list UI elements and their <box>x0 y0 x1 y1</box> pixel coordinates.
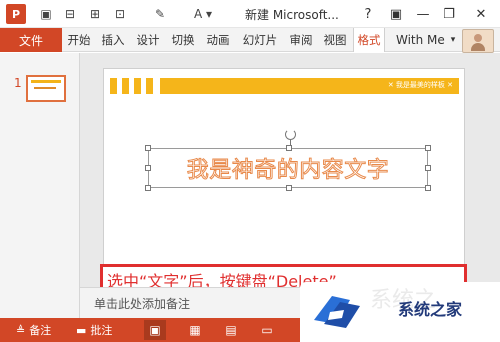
banner-stripe <box>134 78 141 94</box>
workspace: 1 ✕ 我是最美的样板 ✕ 我是神奇的内容文字 选中“文字”后，按键盘“Dele… <box>0 53 500 318</box>
banner-text: ✕ 我是最美的样板 ✕ <box>387 81 453 89</box>
chevron-down-icon: ▾ <box>450 35 456 45</box>
save-icon[interactable]: ▣ <box>36 4 56 24</box>
comment-icon: ▬ <box>76 323 87 337</box>
close-button[interactable]: ✕ <box>470 4 492 24</box>
tab-design[interactable]: 设计 <box>133 28 163 52</box>
tab-file[interactable]: 文件 <box>0 28 62 52</box>
resize-handle[interactable] <box>286 145 292 151</box>
minimize-button[interactable]: — <box>412 4 434 24</box>
notes-icon: ≜ <box>16 323 26 337</box>
resize-handle[interactable] <box>425 145 431 151</box>
tab-insert[interactable]: 插入 <box>98 28 128 52</box>
reading-view-icon[interactable]: ▤ <box>220 320 242 340</box>
format-painter-icon[interactable]: ✎ <box>150 4 170 24</box>
resize-handle[interactable] <box>145 165 151 171</box>
window-title: 新建 Microsoft... <box>245 8 339 22</box>
slide-thumbnail-pane: 1 <box>0 53 80 318</box>
font-color-icon[interactable]: A ▾ <box>190 4 216 24</box>
tab-slideshow[interactable]: 幻灯片 <box>238 28 282 52</box>
rotate-handle-icon[interactable] <box>285 129 296 147</box>
tab-format[interactable]: 格式 <box>353 28 385 52</box>
selected-text-box[interactable]: 我是神奇的内容文字 <box>145 129 431 191</box>
slide-sorter-view-icon[interactable]: ▦ <box>184 320 206 340</box>
tab-animations[interactable]: 动画 <box>203 28 233 52</box>
resize-handle[interactable] <box>425 165 431 171</box>
tab-review[interactable]: 审阅 <box>286 28 316 52</box>
comments-toggle-button[interactable]: ▬ 批注 <box>76 321 112 339</box>
banner-stripe <box>122 78 129 94</box>
tab-view[interactable]: 视图 <box>320 28 350 52</box>
tab-transitions[interactable]: 切换 <box>168 28 198 52</box>
user-name: With Me <box>396 33 445 47</box>
tab-home[interactable]: 开始 <box>64 28 94 52</box>
align-icon[interactable]: ⊟ <box>60 4 80 24</box>
resize-handle[interactable] <box>145 145 151 151</box>
text-box-content[interactable]: 我是神奇的内容文字 <box>149 149 427 187</box>
slide-number: 1 <box>14 76 22 90</box>
notes-placeholder[interactable]: 单击此处添加备注 <box>94 295 190 312</box>
normal-view-icon[interactable]: ▣ <box>144 320 166 340</box>
watermark-text: 系统之家 <box>398 300 463 319</box>
help-button[interactable]: ? <box>357 4 379 24</box>
slide-canvas[interactable]: ✕ 我是最美的样板 ✕ 我是神奇的内容文字 <box>103 68 465 272</box>
title-bar: P ▣ ⊟ ⊞ ⊡ ✎ A ▾ 新建 Microsoft... ? ▣ — ❐ … <box>0 0 500 28</box>
align-center-icon[interactable]: ⊞ <box>85 4 105 24</box>
ribbon-display-button[interactable]: ▣ <box>385 4 407 24</box>
site-watermark: 系统之 系统之家 <box>300 282 500 342</box>
banner-stripe <box>110 78 117 94</box>
slideshow-view-icon[interactable]: ▭ <box>256 320 278 340</box>
notes-toggle-label: 备注 <box>29 324 52 337</box>
ribbon-tabs: 文件 开始 插入 设计 切换 动画 幻灯片 审阅 视图 格式 With Me ▾ <box>0 28 500 53</box>
resize-handle[interactable] <box>145 185 151 191</box>
distribute-icon[interactable]: ⊡ <box>110 4 130 24</box>
user-account[interactable]: With Me ▾ <box>396 28 455 52</box>
powerpoint-logo-icon: P <box>6 4 26 24</box>
restore-button[interactable]: ❐ <box>438 4 460 24</box>
banner-bar: ✕ 我是最美的样板 ✕ <box>160 78 459 94</box>
banner-stripe <box>146 78 153 94</box>
notes-toggle-button[interactable]: ≜ 备注 <box>16 321 51 339</box>
resize-handle[interactable] <box>286 185 292 191</box>
watermark-logo-icon <box>314 296 360 328</box>
avatar[interactable] <box>462 29 494 53</box>
resize-handle[interactable] <box>425 185 431 191</box>
slide-thumbnail[interactable] <box>26 75 66 102</box>
comments-toggle-label: 批注 <box>90 324 113 337</box>
